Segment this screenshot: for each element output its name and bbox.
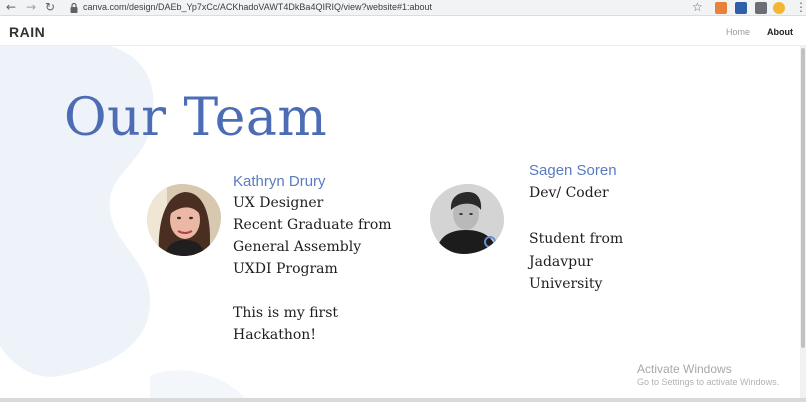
nav-about-link[interactable]: About bbox=[767, 27, 793, 37]
member-bio-line: Student from bbox=[529, 231, 624, 247]
member-bio-line: UXDI Program bbox=[233, 261, 338, 277]
reload-icon[interactable]: ↻ bbox=[43, 0, 57, 16]
browser-menu-icon[interactable]: ⋮ bbox=[795, 0, 806, 14]
horizontal-scrollbar[interactable] bbox=[0, 398, 806, 402]
bookmark-star-icon[interactable]: ☆ bbox=[692, 0, 703, 14]
member-bio-line: Jadavpur bbox=[529, 254, 593, 270]
member-bio-line: University bbox=[529, 276, 603, 292]
member-bio-line: Recent Graduate from bbox=[233, 217, 392, 233]
fox-extension-icon[interactable] bbox=[715, 2, 727, 14]
browser-toolbar: ← → ↻ canva.com/design/DAEb_Yp7xCc/ACKha… bbox=[0, 0, 806, 16]
back-icon[interactable]: ← bbox=[4, 0, 18, 16]
member-bio-line: UX Designer bbox=[233, 195, 324, 211]
member-bio-line: Hackathon! bbox=[233, 327, 316, 343]
member-name: Sagen Soren bbox=[529, 162, 617, 179]
puzzle-extension-icon[interactable] bbox=[755, 2, 767, 14]
page-title: Our Team bbox=[64, 88, 328, 148]
forward-icon[interactable]: → bbox=[24, 0, 38, 16]
avatar-extension-icon[interactable] bbox=[773, 2, 785, 14]
lock-icon bbox=[70, 2, 78, 13]
site-header: RAIN Home About bbox=[0, 16, 806, 46]
brand-logo[interactable]: RAIN bbox=[9, 24, 45, 40]
address-bar[interactable]: canva.com/design/DAEb_Yp7xCc/ACKhadoVAWT… bbox=[83, 1, 432, 13]
activate-windows-title: Activate Windows bbox=[637, 362, 732, 376]
page-scrollbar-thumb[interactable] bbox=[801, 48, 805, 348]
member-name: Kathryn Drury bbox=[233, 173, 326, 190]
member-bio-line: Dev/ Coder bbox=[529, 185, 609, 201]
member-bio-line: This is my first bbox=[233, 305, 339, 321]
member-photo-sagen bbox=[430, 184, 504, 254]
member-bio-line: General Assembly bbox=[233, 239, 362, 255]
activate-windows-subtitle: Go to Settings to activate Windows. bbox=[637, 377, 780, 387]
nav-home-link[interactable]: Home bbox=[726, 27, 750, 37]
tl-extension-icon[interactable] bbox=[735, 2, 747, 14]
